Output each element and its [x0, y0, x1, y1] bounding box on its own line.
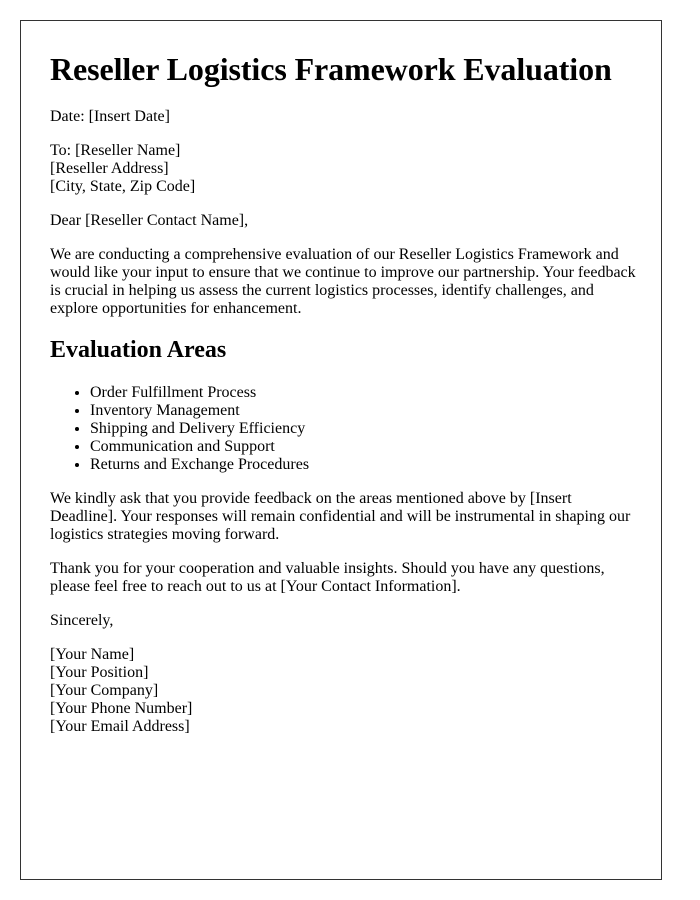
- recipient-block: To: [Reseller Name] [Reseller Address] […: [50, 142, 640, 196]
- signature-phone: [Your Phone Number]: [50, 700, 193, 717]
- request-paragraph: We kindly ask that you provide feedback …: [50, 490, 631, 543]
- date-line: Date: [Insert Date]: [50, 108, 170, 125]
- letter-page: Reseller Logistics Framework Evaluation …: [20, 20, 662, 880]
- recipient-city: [City, State, Zip Code]: [50, 178, 196, 195]
- section-heading: Evaluation Areas: [50, 337, 227, 363]
- signature-block: [Your Name] [Your Position] [Your Compan…: [50, 646, 640, 736]
- salutation: Dear [Reseller Contact Name],: [50, 212, 249, 229]
- signature-email: [Your Email Address]: [50, 718, 190, 735]
- list-item: Communication and Support: [90, 438, 680, 456]
- evaluation-areas-list: Order Fulfillment Process Inventory Mana…: [50, 384, 680, 474]
- closing: Sincerely,: [50, 612, 114, 629]
- signature-company: [Your Company]: [50, 682, 159, 699]
- list-item: Returns and Exchange Procedures: [90, 456, 680, 474]
- list-item: Inventory Management: [90, 402, 680, 420]
- intro-paragraph: We are conducting a comprehensive evalua…: [50, 246, 636, 317]
- list-item: Shipping and Delivery Efficiency: [90, 420, 680, 438]
- document-title: Reseller Logistics Framework Evaluation: [50, 51, 612, 87]
- signature-position: [Your Position]: [50, 664, 149, 681]
- recipient-name: To: [Reseller Name]: [50, 142, 181, 159]
- signature-name: [Your Name]: [50, 646, 135, 663]
- thanks-paragraph: Thank you for your cooperation and valua…: [50, 560, 605, 595]
- list-item: Order Fulfillment Process: [90, 384, 680, 402]
- recipient-address: [Reseller Address]: [50, 160, 169, 177]
